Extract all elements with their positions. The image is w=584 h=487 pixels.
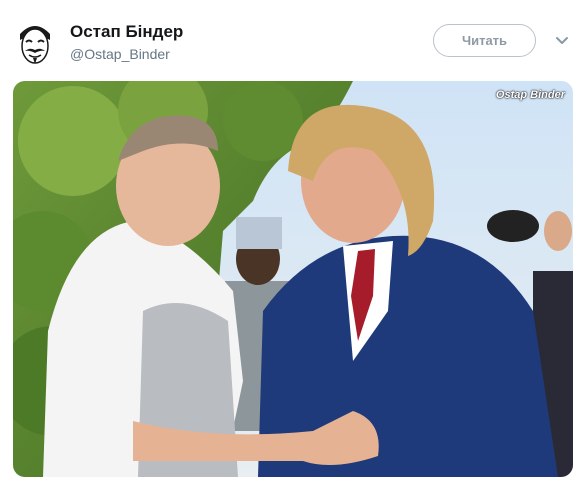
dancing-couple-photo [13, 81, 573, 477]
tweet-photo[interactable]: Ostap Binder [13, 81, 573, 477]
tweet-header: Остап Бiндер @Ostap_Binder Читать [0, 0, 584, 80]
avatar[interactable] [16, 20, 54, 66]
guy-fawkes-mask-icon [16, 20, 54, 66]
author-handle[interactable]: @Ostap_Binder [70, 46, 170, 62]
follow-button[interactable]: Читать [433, 24, 536, 57]
author-name[interactable]: Остап Бiндер [70, 22, 183, 42]
photo-watermark: Ostap Binder [495, 89, 565, 101]
chevron-down-icon[interactable] [555, 34, 569, 48]
